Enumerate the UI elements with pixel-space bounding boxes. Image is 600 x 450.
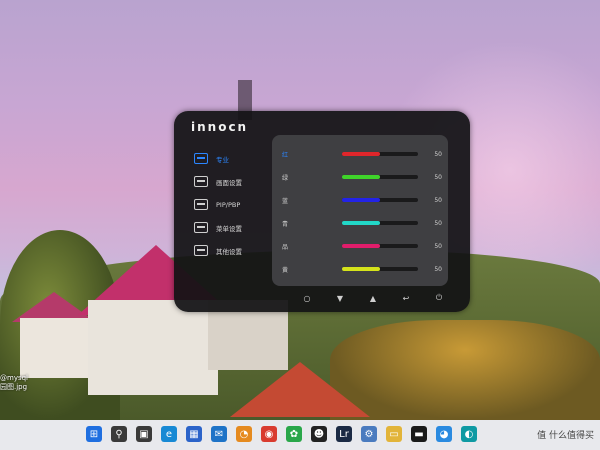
slider-fill (342, 221, 380, 225)
menu-item-label: 专业 (216, 155, 229, 164)
other-settings-icon (194, 245, 208, 256)
pip-icon (194, 199, 208, 210)
color-slider[interactable] (342, 175, 418, 179)
menu-item-other-settings[interactable]: 其他设置 (194, 239, 242, 262)
color-value: 50 (434, 173, 442, 181)
app-orange-icon[interactable]: ◔ (236, 426, 252, 442)
color-row-cyan[interactable]: 青 50 (282, 216, 442, 230)
color-label: 青 (282, 220, 289, 228)
monitor-osd-menu: innocn 专业 画面设置 PIP/PBP 菜单设置 其他设置 红 50 绿 … (174, 111, 470, 312)
app-green-icon[interactable]: ✿ (286, 426, 302, 442)
slider-fill (342, 267, 380, 271)
color-value: 50 (434, 196, 442, 204)
chrome-icon[interactable]: ◉ (261, 426, 277, 442)
mail-icon[interactable]: ✉ (211, 426, 227, 442)
slider-fill (342, 198, 380, 202)
osd-nav-buttons: ○ ▼ ▲ ↩ ⏻ (302, 293, 444, 303)
menu-item-pip-pbp[interactable]: PIP/PBP (194, 193, 242, 216)
menu-item-label: 菜单设置 (216, 224, 242, 233)
color-row-yellow[interactable]: 黄 50 (282, 262, 442, 276)
desktop-file-label-2: 园图.jpg (0, 383, 28, 391)
color-slider[interactable] (342, 198, 418, 202)
color-slider[interactable] (342, 244, 418, 248)
down-arrow-icon[interactable]: ▼ (335, 294, 345, 303)
color-value: 50 (434, 150, 442, 158)
color-label: 黄 (282, 266, 289, 274)
desktop-file-label-1: @mysql (0, 374, 28, 382)
windows-start-icon[interactable]: ⊞ (86, 426, 102, 442)
display-settings-icon (194, 176, 208, 187)
color-value: 50 (434, 242, 442, 250)
lightroom-icon[interactable]: Lr (336, 426, 352, 442)
task-view-icon[interactable]: ▣ (136, 426, 152, 442)
menu-item-label: 画面设置 (216, 178, 242, 187)
tray-watermark: 值 什么值得买 (537, 431, 594, 441)
wallpaper-church (88, 300, 218, 395)
power-icon[interactable]: ⏻ (434, 293, 444, 303)
network-icon[interactable]: ⚙ (361, 426, 377, 442)
app-blue-icon[interactable]: ◕ (436, 426, 452, 442)
circle-button-icon[interactable]: ○ (302, 294, 312, 303)
color-row-red[interactable]: 红 50 (282, 147, 442, 161)
color-row-blue[interactable]: 蓝 50 (282, 193, 442, 207)
slider-fill (342, 244, 380, 248)
brand-logo: innocn (191, 120, 249, 134)
color-slider[interactable] (342, 221, 418, 225)
store-icon[interactable]: ▦ (186, 426, 202, 442)
menu-item-picture-settings[interactable]: 画面设置 (194, 170, 242, 193)
wallpaper-forest (330, 320, 600, 420)
color-label: 蓝 (282, 197, 289, 205)
edge-icon[interactable]: e (161, 426, 177, 442)
color-adjust-panel: 红 50 绿 50 蓝 50 青 50 品 50 黄 50 (272, 135, 448, 286)
menu-item-label: PIP/PBP (216, 200, 241, 209)
color-row-magenta[interactable]: 品 50 (282, 239, 442, 253)
search-icon[interactable]: ⚲ (111, 426, 127, 442)
wallpaper-side-building (20, 318, 90, 378)
color-slider[interactable] (342, 152, 418, 156)
color-label: 绿 (282, 174, 289, 182)
color-value: 50 (434, 265, 442, 273)
qq-icon[interactable]: ☻ (311, 426, 327, 442)
menu-item-menu-settings[interactable]: 菜单设置 (194, 216, 242, 239)
color-slider[interactable] (342, 267, 418, 271)
monitor-icon (194, 153, 208, 164)
menu-item-label: 其他设置 (216, 247, 242, 256)
color-label: 品 (282, 243, 289, 251)
slider-fill (342, 175, 380, 179)
slider-fill (342, 152, 380, 156)
app-teal-icon[interactable]: ◐ (461, 426, 477, 442)
folder-icon[interactable]: ▭ (386, 426, 402, 442)
wallpaper-red-roof (230, 362, 370, 417)
osd-side-menu: 专业 画面设置 PIP/PBP 菜单设置 其他设置 (194, 147, 242, 262)
taskbar: 值 什么值得买 ⊞ ⚲ ▣ e ▦ ✉ ◔ ◉ ✿ ☻ Lr ⚙ ▭ ▬ ◕ ◐ (0, 420, 600, 450)
menu-item-professional[interactable]: 专业 (194, 147, 242, 170)
menu-list-icon (194, 222, 208, 233)
color-row-green[interactable]: 绿 50 (282, 170, 442, 184)
color-value: 50 (434, 219, 442, 227)
color-label: 红 (282, 151, 289, 159)
desktop-file-icon[interactable]: @mysql 园图.jpg (0, 374, 28, 392)
up-arrow-icon[interactable]: ▲ (368, 294, 378, 303)
terminal-icon[interactable]: ▬ (411, 426, 427, 442)
back-icon[interactable]: ↩ (401, 294, 411, 303)
